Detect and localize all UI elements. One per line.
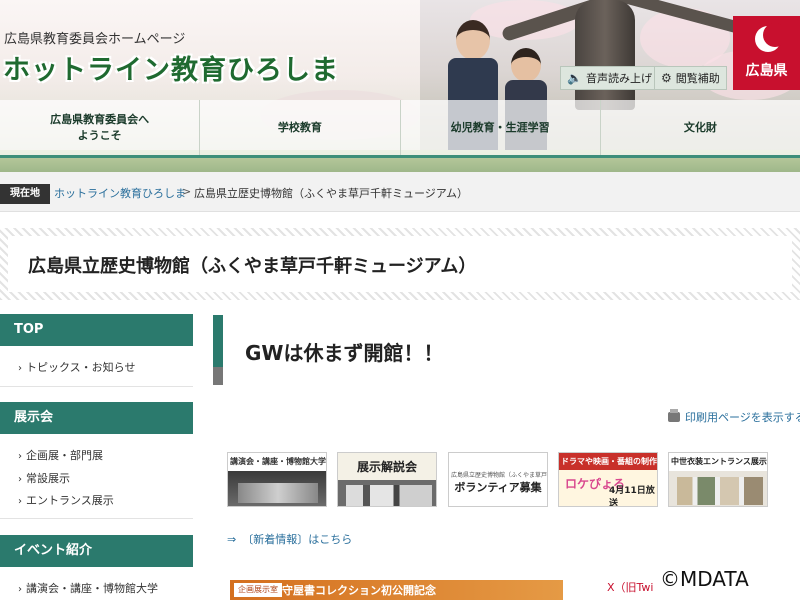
banner-caption: 講演会・講座・博物館大学 [230,457,326,466]
banner-caption: 展示解説会 [338,453,436,480]
promo-tag: 企画展示室 [234,583,282,597]
sidebar-heading-top[interactable]: TOP [0,314,193,346]
site-title[interactable]: ホットライン教育ひろしま [3,48,339,87]
banner-location-support[interactable]: ドラマや映画・番組の制作・撮影に協力しています ロケぴょる 4月11日放送 [558,452,658,507]
accessibility-label: 閲覧補助 [675,72,720,85]
heading-accent-bar [213,315,223,385]
banner-volunteer[interactable]: 広島県立歴史博物館（ふくやま草戸千軒ミュージアム） ボランティア募集 [448,452,548,507]
breadcrumb-current: 広島県立歴史博物館（ふくやま草戸千軒ミュージアム） [194,187,469,200]
banner-gallery-talk[interactable]: 展示解説会 [337,452,437,507]
global-nav: 広島県教育委員会へ ようこそ 学校教育 幼児教育・生涯学習 文化財 [0,100,800,158]
tree-image [575,0,635,110]
banner-costume-exhibition[interactable]: 中世衣装エントランス展示 [668,452,768,507]
banner-lectures[interactable]: 講演会・講座・博物館大学 [227,452,327,507]
sidebar-item-permanent-exhibition[interactable]: › 常設展示 [18,470,70,486]
news-link-label: 〔新着情報〕はこちら [242,533,353,546]
breadcrumb-home-link[interactable]: ホットライン教育ひろしま [54,185,186,201]
article-heading: GWは休まず開館！！ [245,341,444,365]
sidebar-item-label: トピックス・お知らせ [26,361,136,374]
sidebar-item-label: 常設展示 [26,472,70,485]
sidebar-item-label: エントランス展示 [26,494,114,507]
breadcrumb: 現在地 ホットライン教育ひろしま > 広島県立歴史博物館（ふくやま草戸千軒ミュー… [0,172,800,212]
nav-item-welcome[interactable]: 広島県教育委員会へ ようこそ [0,100,201,155]
sidebar-heading-exhibitions[interactable]: 展示会 [0,402,193,434]
banner-caption: 中世衣装エントランス展示 [671,457,767,466]
chevron-right-icon: › [18,474,22,485]
print-page-link[interactable]: 印刷用ページを表示する [668,409,800,425]
banner-title: ボランティア募集 [454,481,542,494]
chevron-right-icon: › [18,584,22,595]
banner-date: 4月11日放送 [609,486,655,507]
chevron-right-icon: › [18,451,22,462]
site-header: 広島県教育委員会ホームページ ホットライン教育ひろしま 🔈 音声読み上げ ⚙ 閲… [0,0,800,172]
read-aloud-label: 音声読み上げ [585,72,652,85]
printer-icon [668,409,680,422]
sidebar-item-label: 講演会・講座・博物館大学 [26,582,158,595]
sidebar-item-lectures[interactable]: › 講演会・講座・博物館大学 [18,580,158,596]
hiroshima-emblem-icon [755,23,787,52]
chevron-right-icon: › [18,363,22,374]
promo-text: 守屋書コレクション初公開記念 [282,584,436,597]
sidebar-item-special-exhibitions[interactable]: › 企画展・部門展 [18,447,103,463]
print-label: 印刷用ページを表示する [685,411,800,424]
accessibility-button[interactable]: ⚙ 閲覧補助 [654,66,727,90]
speaker-icon: 🔈 [567,71,582,85]
sidebar-heading-events[interactable]: イベント紹介 [0,535,193,567]
page-title-band: 広島県立歴史博物館（ふくやま草戸千軒ミュージアム） [0,228,800,300]
gallery-talk-image [346,485,432,506]
arrow-right-icon: ⇒ [227,533,237,546]
site-subtitle: 広島県教育委員会ホームページ [4,32,186,47]
watermark: ©MDATA [660,567,749,591]
nav-item-cultural-properties[interactable]: 文化財 [600,100,800,155]
sidebar-item-entrance-exhibition[interactable]: › エントランス展示 [18,492,114,508]
read-aloud-button[interactable]: 🔈 音声読み上げ [560,66,659,90]
lecture-hall-image [238,483,318,503]
sidebar-item-label: 企画展・部門展 [26,449,103,462]
news-link[interactable]: ⇒ 〔新着情報〕はこちら [227,531,352,547]
sidebar-item-topics[interactable]: › トピックス・お知らせ [18,359,135,375]
costume-image [677,477,763,505]
breadcrumb-badge: 現在地 [0,184,50,204]
nav-item-school-education[interactable]: 学校教育 [200,100,401,155]
promo-banner[interactable]: 企画展示室 守屋書コレクション初公開記念 [230,580,563,600]
nav-item-lifelong-learning[interactable]: 幼児教育・生涯学習 [400,100,601,155]
gear-icon: ⚙ [661,71,672,85]
banner-caption: ドラマや映画・番組の制作・撮影に協力しています [559,453,657,470]
x-twitter-link[interactable]: X（旧Twi [607,579,654,595]
hiroshima-logo[interactable]: 広島県 [733,16,800,90]
breadcrumb-separator: > [182,185,192,198]
page-title: 広島県立歴史博物館（ふくやま草戸千軒ミュージアム） [28,256,477,277]
logo-text: 広島県 [745,63,788,79]
chevron-right-icon: › [18,496,22,507]
